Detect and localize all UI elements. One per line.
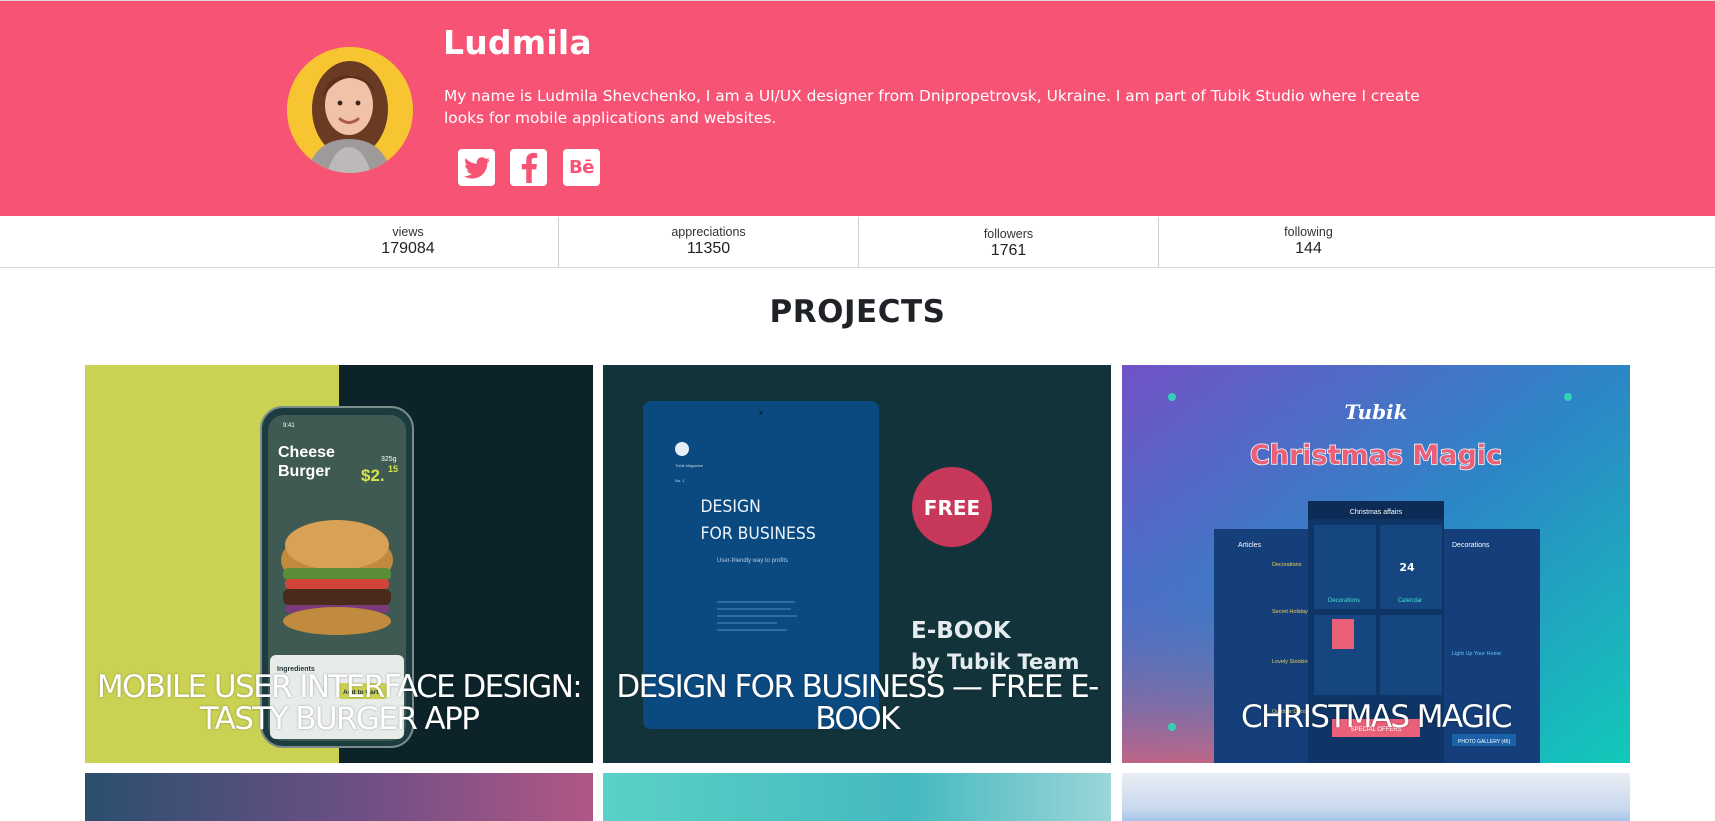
stat-following[interactable]: following 144 — [1158, 217, 1458, 268]
center-header: Christmas affairs — [1350, 509, 1403, 516]
project-title: MOBILE USER INTERFACE DESIGN: TASTY BURG… — [96, 669, 583, 737]
stat-label: following — [1284, 225, 1333, 239]
decorations-header: Decorations — [1452, 542, 1490, 549]
food-price: $2. — [361, 466, 385, 485]
stat-followers[interactable]: followers 1761 — [858, 217, 1158, 268]
food-title-2: Burger — [278, 463, 330, 480]
project-card-row2-3[interactable] — [1122, 773, 1630, 821]
projects-heading: PROJECTS — [769, 294, 946, 330]
stat-views: views 179084 — [258, 217, 558, 268]
publisher-label: Tubik Magazine — [675, 463, 704, 468]
project-card-row2-2[interactable] — [603, 773, 1111, 821]
twitter-icon — [463, 156, 490, 179]
profile-header: Ludmila My name is Ludmila Shevchenko, I… — [0, 0, 1715, 216]
tile-decorations: Decorations — [1328, 598, 1360, 604]
articles-header: Articles — [1238, 542, 1261, 549]
avatar[interactable] — [287, 47, 413, 173]
free-badge: FREE — [924, 496, 980, 520]
food-price-cents: 15 — [388, 464, 398, 474]
ebook-label-1: E-BOOK — [911, 618, 1012, 644]
calendar-day: 24 — [1399, 561, 1415, 574]
book-title-2: FOR BUSINESS — [701, 523, 816, 543]
article-link-1: Decorations — [1272, 562, 1302, 568]
stat-value: 179084 — [381, 240, 435, 257]
brand-logo: Tubik — [1344, 400, 1407, 424]
book-title-1: DESIGN — [701, 496, 761, 516]
project-title: CHRISTMAS MAGIC — [1241, 699, 1513, 735]
stat-label: views — [392, 225, 424, 239]
stat-value: 11350 — [686, 240, 731, 257]
tile-calendar: Calendar — [1398, 598, 1422, 604]
behance-icon: Bē — [569, 156, 594, 178]
stat-label: appreciations — [671, 225, 746, 239]
project-card-row2-1[interactable] — [85, 773, 593, 821]
project-card-christmas[interactable]: Tubik Christmas Magic Articles Decoratio… — [1122, 365, 1630, 763]
behance-link[interactable]: Bē — [563, 149, 600, 186]
status-time: 9:41 — [283, 423, 295, 429]
avatar-photo — [287, 47, 413, 173]
project-card-burger[interactable]: Ingredients Add to Cart 9:41 Cheese Burg… — [85, 365, 593, 763]
gallery-button: PHOTO GALLERY (45) — [1458, 739, 1511, 745]
article-link-3: Lovely Stockings — [1272, 659, 1314, 665]
facebook-link[interactable] — [510, 149, 547, 186]
project-title: DESIGN FOR BUSINESS — FREE E-BOOK — [616, 669, 1099, 737]
food-title-1: Cheese — [278, 444, 335, 461]
profile-bio: My name is Ludmila Shevchenko, I am a UI… — [444, 87, 1420, 127]
facebook-icon — [521, 152, 537, 183]
stat-value: 144 — [1295, 240, 1322, 257]
twitter-link[interactable] — [458, 149, 495, 186]
light-title: Light Up Your Home — [1452, 651, 1501, 657]
xmas-headline: Christmas Magic — [1250, 440, 1502, 471]
food-weight: 325g — [381, 456, 397, 463]
stats-bar: views 179084 appreciations 11350 followe… — [0, 217, 1715, 268]
profile-name: Ludmila — [443, 23, 592, 62]
issue-label: No. 1 — [675, 478, 685, 483]
stat-value: 1761 — [990, 242, 1027, 259]
book-subtitle: User-friendly way to profits — [717, 558, 788, 564]
stat-label: followers — [983, 227, 1034, 241]
project-card-ebook[interactable]: Tubik Magazine No. 1 DESIGN FOR BUSINESS… — [603, 365, 1111, 763]
stat-appreciations: appreciations 11350 — [558, 217, 858, 268]
